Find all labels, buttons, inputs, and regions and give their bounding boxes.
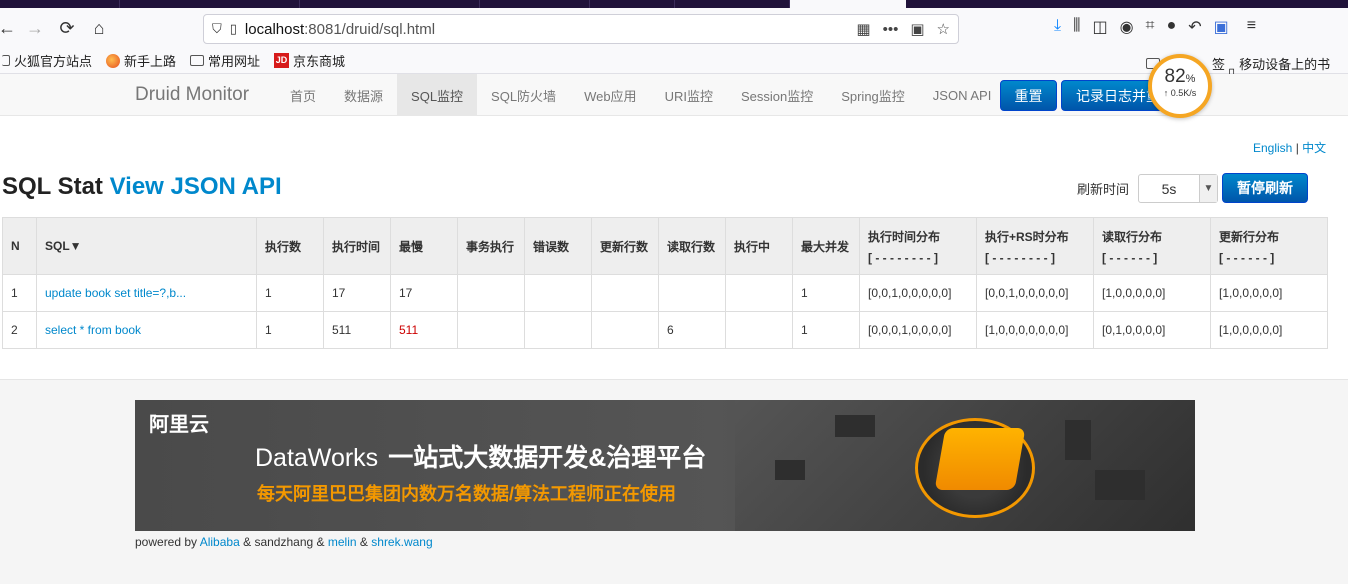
- col-exec-rs-dist[interactable]: 执行+RS时分布[ - - - - - - - - ]: [976, 217, 1094, 275]
- powered-by: powered by Alibaba & sandzhang & melin &…: [135, 535, 433, 549]
- site-info-icon[interactable]: ⛉: [212, 21, 222, 37]
- language-switch: English | 中文: [1253, 141, 1327, 155]
- more-icon[interactable]: •••: [883, 21, 899, 38]
- footer: 阿里云 DataWorks 一站式大数据开发&治理平台 每天阿里巴巴集团内数万名数…: [0, 379, 1348, 584]
- translate-ext-icon[interactable]: ▣: [1214, 17, 1229, 37]
- home-icon[interactable]: ⌂: [86, 15, 112, 41]
- url-path: :8081/druid/sql.html: [304, 20, 436, 38]
- alibaba-link[interactable]: Alibaba: [200, 535, 240, 549]
- banner-subtitle: 每天阿里巴巴集团内数万名数据/算法工程师正在使用: [257, 484, 676, 504]
- col-read-rows[interactable]: 读取行数: [658, 217, 726, 275]
- bookmark-getting-started[interactable]: 新手上路: [106, 51, 176, 70]
- menu-webapp[interactable]: Web应用: [570, 74, 651, 116]
- col-max-concurrent[interactable]: 最大并发: [792, 217, 860, 275]
- active-tab[interactable]: [790, 0, 906, 8]
- banner-slogan: 一站式大数据开发&治理平台: [388, 444, 707, 472]
- firefox-icon: [106, 53, 121, 68]
- screenshot-icon[interactable]: ⌗: [1146, 17, 1155, 37]
- folder-icon: [2, 55, 10, 66]
- col-exec-count[interactable]: 执行数: [256, 217, 324, 275]
- table-row: 2 select * from book 1 511 511 6 1 [0,0,…: [2, 311, 1328, 349]
- dataworks-banner[interactable]: 阿里云 DataWorks 一站式大数据开发&治理平台 每天阿里巴巴集团内数万名数…: [135, 400, 1195, 531]
- sidebar-icon[interactable]: ◫: [1092, 17, 1107, 37]
- col-errors[interactable]: 错误数: [524, 217, 592, 275]
- table-row: 1 update book set title=?,b... 1 17 17 1…: [2, 274, 1328, 312]
- brand[interactable]: Druid Monitor: [135, 84, 249, 106]
- col-updated-rows[interactable]: 更新行数: [591, 217, 659, 275]
- col-read-dist[interactable]: 读取行分布[ - - - - - - ]: [1093, 217, 1211, 275]
- chevron-down-icon: ▼: [1199, 175, 1217, 202]
- lang-english-link[interactable]: English: [1253, 141, 1292, 155]
- star-icon[interactable]: ☆: [937, 20, 950, 38]
- table-header-row: N SQL▼ 执行数 执行时间 最慢 事务执行 错误数 更新行数 读取行数 执行…: [2, 217, 1328, 275]
- sql-link[interactable]: select * from book: [45, 323, 141, 337]
- pause-refresh-button[interactable]: 暂停刷新: [1222, 173, 1308, 203]
- undo-icon[interactable]: ↶: [1188, 17, 1201, 37]
- shrek-link[interactable]: shrek.wang: [371, 535, 432, 549]
- sql-stat-table: N SQL▼ 执行数 执行时间 最慢 事务执行 错误数 更新行数 读取行数 执行…: [2, 217, 1328, 349]
- col-exec-dist[interactable]: 执行时间分布[ - - - - - - - - ]: [859, 217, 977, 275]
- main-menu: 首页 数据源 SQL监控 SQL防火墙 Web应用 URI监控 Session监…: [276, 74, 1005, 116]
- sql-link[interactable]: update book set title=?,b...: [45, 286, 186, 300]
- lang-chinese-link[interactable]: 中文: [1302, 141, 1326, 155]
- translate-icon[interactable]: ▣: [910, 20, 924, 38]
- library-icon[interactable]: ⫼: [1073, 17, 1080, 37]
- dataworks-name: DataWorks: [255, 444, 379, 472]
- url-host: localhost: [244, 20, 305, 38]
- bookmarks-bar: 火狐官方站点 新手上路 常用网址 JD 京东商城 签 ▯ 移动设备上的书签: [0, 48, 1348, 91]
- download-icon[interactable]: ⤓: [1054, 17, 1061, 37]
- tab-strip: [0, 0, 1348, 8]
- refresh-interval-select[interactable]: 5s ▼: [1138, 174, 1218, 203]
- back-icon[interactable]: ←: [0, 15, 20, 41]
- bookmark-firefox-site[interactable]: 火狐官方站点: [2, 51, 92, 70]
- dataworks-logo: [934, 428, 1026, 490]
- folder-icon: [190, 55, 205, 66]
- col-n[interactable]: N: [2, 217, 37, 275]
- menu-session[interactable]: Session监控: [727, 74, 827, 116]
- view-json-api-link[interactable]: View JSON API: [110, 173, 282, 200]
- bookmark-jd[interactable]: JD 京东商城: [274, 51, 345, 70]
- browser-toolbar: ← → ⟳ ⌂ ⛉ ▯ localhost:8081/druid/sql.htm…: [0, 8, 1348, 48]
- reset-button[interactable]: 重置: [1000, 80, 1057, 111]
- menu-datasource[interactable]: 数据源: [330, 74, 397, 116]
- col-exec-time[interactable]: 执行时间: [323, 217, 391, 275]
- page-icon: ▯: [229, 21, 237, 36]
- jd-icon: JD: [274, 53, 290, 68]
- refresh-label: 刷新时间: [1077, 182, 1130, 197]
- menu-uri[interactable]: URI监控: [651, 74, 727, 116]
- col-sql[interactable]: SQL▼: [36, 217, 257, 275]
- menu-icon[interactable]: ≡: [1247, 17, 1256, 37]
- col-update-dist[interactable]: 更新行分布[ - - - - - - ]: [1210, 217, 1328, 275]
- reload-icon[interactable]: ⟳: [54, 15, 80, 41]
- druid-navbar: Druid Monitor 首页 数据源 SQL监控 SQL防火墙 Web应用 …: [0, 74, 1348, 116]
- col-txn[interactable]: 事务执行: [457, 217, 525, 275]
- forward-icon[interactable]: →: [22, 15, 48, 41]
- qr-code-icon[interactable]: ▦: [856, 20, 870, 38]
- menu-wall[interactable]: SQL防火墙: [477, 74, 570, 116]
- menu-home[interactable]: 首页: [276, 74, 330, 116]
- col-slowest[interactable]: 最慢: [390, 217, 458, 275]
- menu-spring[interactable]: Spring监控: [827, 74, 919, 116]
- account-icon[interactable]: ◉: [1120, 17, 1134, 37]
- url-bar[interactable]: ⛉ ▯ localhost:8081/druid/sql.html ▦ ••• …: [203, 14, 959, 44]
- page-title: SQL Stat View JSON API: [2, 173, 282, 200]
- menu-json-api[interactable]: JSON API: [919, 74, 1006, 116]
- menu-sql[interactable]: SQL监控: [397, 74, 478, 116]
- aliyun-logo: 阿里云: [149, 414, 209, 436]
- melin-link[interactable]: melin: [328, 535, 357, 549]
- chat-icon[interactable]: ●: [1167, 17, 1177, 37]
- bookmark-common-sites[interactable]: 常用网址: [190, 51, 260, 70]
- col-running[interactable]: 执行中: [725, 217, 793, 275]
- network-speed-widget[interactable]: 82% ↑ 0.5K/s: [1148, 54, 1212, 118]
